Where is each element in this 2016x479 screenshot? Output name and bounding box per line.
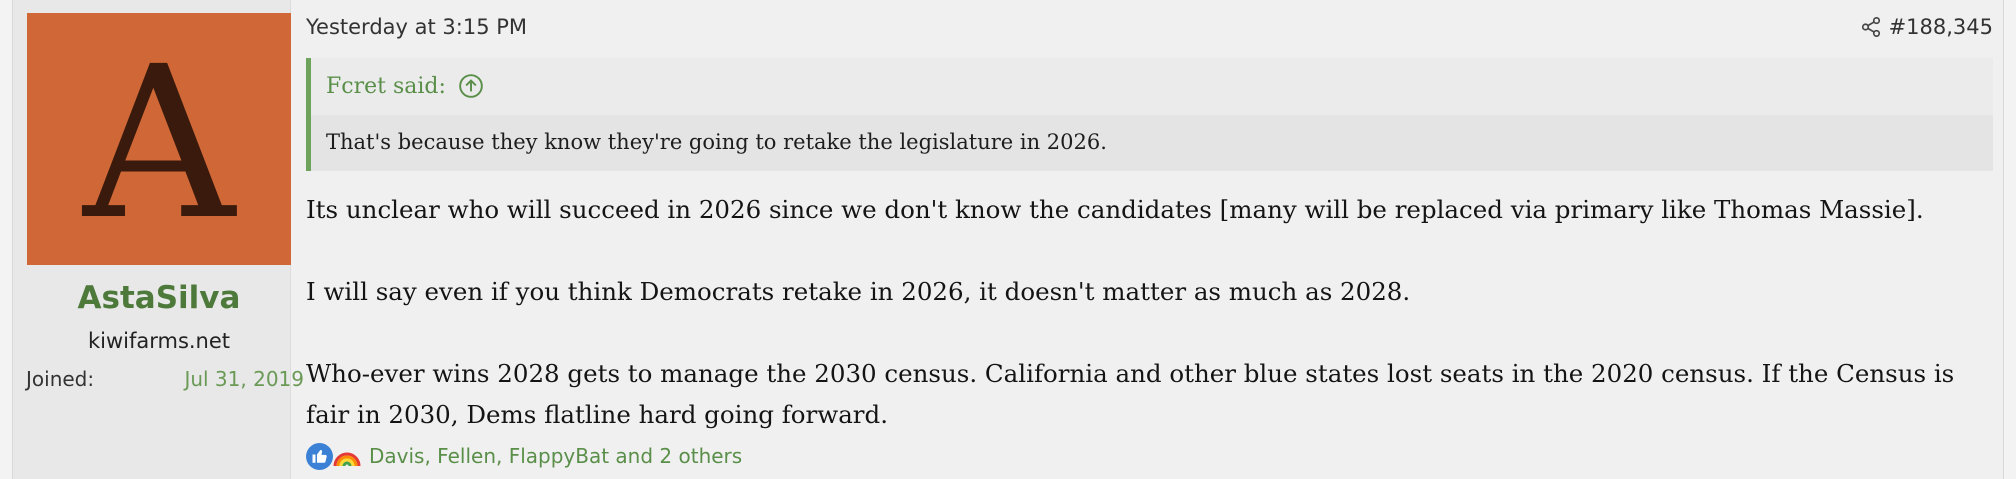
message-body: Its unclear who will succeed in 2026 sin… <box>306 189 1996 435</box>
arrow-up-circle-icon[interactable] <box>458 73 484 99</box>
post-main: Yesterday at 3:15 PM #188,345 Fcret said… <box>306 0 2005 479</box>
quote-header[interactable]: Fcret said: <box>326 73 484 99</box>
rainbow-icon <box>333 452 361 467</box>
post-number-link[interactable]: #188,345 <box>1889 15 1993 39</box>
joined-label: Joined: <box>26 367 95 391</box>
user-info-panel: A AstaSilva kiwifarms.net Joined: Jul 31… <box>13 0 304 479</box>
quote-body: That's because they know they're going t… <box>311 115 1993 171</box>
message-paragraph: I will say even if you think Democrats r… <box>306 277 1411 306</box>
forum-post: A AstaSilva kiwifarms.net Joined: Jul 31… <box>12 0 2004 479</box>
reaction-users-link[interactable]: Davis, Fellen, FlappyBat and 2 others <box>369 444 742 468</box>
quote-text: That's because they know they're going t… <box>326 130 1107 154</box>
post-timestamp-link[interactable]: Yesterday at 3:15 PM <box>306 15 527 39</box>
avatar[interactable]: A <box>27 13 291 265</box>
quote-author[interactable]: Fcret said: <box>326 74 446 99</box>
quote-block: Fcret said: That's because they know the… <box>306 58 1993 171</box>
reactions-bar[interactable]: Davis, Fellen, FlappyBat and 2 others <box>306 442 742 470</box>
thumbs-up-icon <box>306 442 333 470</box>
share-icon[interactable] <box>1860 16 1882 38</box>
joined-date: Jul 31, 2019 <box>184 367 304 391</box>
message-paragraph: Its unclear who will succeed in 2026 sin… <box>306 195 1924 224</box>
username-link[interactable]: AstaSilva <box>13 280 305 316</box>
user-title: kiwifarms.net <box>87 329 231 353</box>
message-paragraph: Who-ever wins 2028 gets to manage the 20… <box>306 359 1955 429</box>
avatar-letter: A <box>83 21 235 266</box>
